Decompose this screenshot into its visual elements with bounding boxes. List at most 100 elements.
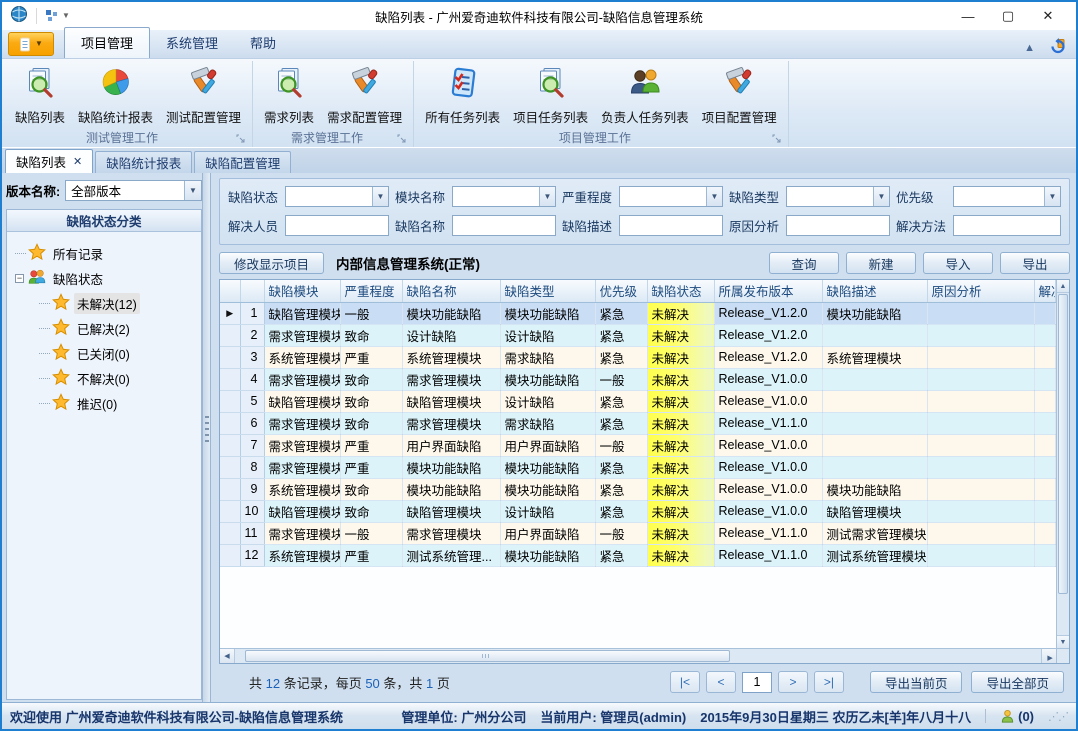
dialog-launcher-icon[interactable]: [772, 133, 782, 143]
table-cell[interactable]: 用户界面缺陷: [500, 522, 595, 544]
prev-page-button[interactable]: <: [706, 671, 736, 693]
table-cell[interactable]: [1034, 456, 1056, 478]
table-cell[interactable]: 系统管理模块: [402, 346, 500, 368]
column-header[interactable]: 缺陷模块: [264, 280, 340, 302]
row-number-cell[interactable]: 10: [240, 500, 264, 522]
table-cell[interactable]: 紧急: [595, 500, 647, 522]
table-cell[interactable]: 设计缺陷: [500, 390, 595, 412]
table-cell[interactable]: [1034, 324, 1056, 346]
table-cell[interactable]: Release_V1.2.0: [714, 346, 822, 368]
column-header[interactable]: 缺陷名称: [402, 280, 500, 302]
table-cell[interactable]: Release_V1.0.0: [714, 390, 822, 412]
table-cell[interactable]: 模块功能缺陷: [500, 478, 595, 500]
toolbar-action-button-2[interactable]: 新建: [846, 252, 916, 274]
table-cell[interactable]: 测试系统管理模块...: [822, 544, 927, 566]
table-cell[interactable]: 一般: [595, 522, 647, 544]
table-cell[interactable]: [927, 302, 1034, 324]
row-number-cell[interactable]: 12: [240, 544, 264, 566]
table-cell[interactable]: 需求管理模块: [402, 412, 500, 434]
table-cell[interactable]: 紧急: [595, 302, 647, 324]
table-cell[interactable]: 严重: [340, 346, 402, 368]
table-cell[interactable]: [927, 412, 1034, 434]
column-header[interactable]: 解决方法: [1034, 280, 1056, 302]
tree-item[interactable]: 不解决(0): [13, 366, 199, 391]
tree-item[interactable]: 推迟(0): [13, 391, 199, 416]
row-number-cell[interactable]: 11: [240, 522, 264, 544]
chevron-down-icon[interactable]: ▼: [184, 181, 201, 200]
table-cell[interactable]: [822, 324, 927, 346]
table-cell[interactable]: [927, 346, 1034, 368]
splitter[interactable]: [202, 173, 211, 702]
scroll-down-icon[interactable]: ▼: [1057, 635, 1069, 648]
ribbon-button[interactable]: 项目配置管理: [697, 63, 782, 128]
table-row[interactable]: 6需求管理模块致命需求管理模块需求缺陷紧急未解决Release_V1.1.0: [220, 412, 1056, 434]
table-cell[interactable]: [1034, 544, 1056, 566]
table-cell[interactable]: 模块功能缺陷: [402, 478, 500, 500]
column-header[interactable]: 缺陷状态: [647, 280, 714, 302]
filter-combo[interactable]: ▼: [619, 186, 723, 207]
chevron-down-icon[interactable]: ▼: [873, 187, 889, 206]
ribbon-tab-2[interactable]: 系统管理: [150, 28, 234, 58]
filter-input[interactable]: [786, 215, 890, 236]
table-cell[interactable]: 紧急: [595, 544, 647, 566]
dialog-launcher-icon[interactable]: [236, 133, 246, 143]
table-cell[interactable]: 紧急: [595, 456, 647, 478]
column-header[interactable]: 原因分析: [927, 280, 1034, 302]
row-indicator-cell[interactable]: [220, 434, 240, 456]
table-cell[interactable]: 缺陷管理模块: [264, 302, 340, 324]
ribbon-tab-3[interactable]: 帮助: [234, 28, 292, 58]
minimize-button[interactable]: —: [948, 4, 988, 28]
scroll-up-icon[interactable]: ▲: [1057, 280, 1069, 293]
toolbar-action-button-4[interactable]: 导出: [1000, 252, 1070, 274]
table-cell[interactable]: 致命: [340, 390, 402, 412]
table-cell[interactable]: 设计缺陷: [500, 500, 595, 522]
row-number-cell[interactable]: 6: [240, 412, 264, 434]
toolbar-action-button-1[interactable]: 查询: [769, 252, 839, 274]
row-indicator-cell[interactable]: [220, 324, 240, 346]
toolbar-action-button-3[interactable]: 导入: [923, 252, 993, 274]
column-header[interactable]: 缺陷描述: [822, 280, 927, 302]
table-cell[interactable]: [822, 368, 927, 390]
ribbon-button[interactable]: 项目任务列表: [508, 63, 593, 128]
table-cell[interactable]: 一般: [340, 522, 402, 544]
table-cell[interactable]: 系统管理模块: [264, 544, 340, 566]
table-row[interactable]: 7需求管理模块严重用户界面缺陷用户界面缺陷一般未解决Release_V1.0.0: [220, 434, 1056, 456]
table-cell[interactable]: 缺陷管理模块: [264, 500, 340, 522]
table-cell[interactable]: 需求管理模块: [264, 522, 340, 544]
table-cell[interactable]: 紧急: [595, 478, 647, 500]
row-number-cell[interactable]: 2: [240, 324, 264, 346]
column-header[interactable]: 优先级: [595, 280, 647, 302]
table-cell[interactable]: [1034, 434, 1056, 456]
table-cell[interactable]: 致命: [340, 478, 402, 500]
filter-combo[interactable]: ▼: [452, 186, 556, 207]
table-row[interactable]: 3系统管理模块严重系统管理模块需求缺陷紧急未解决Release_V1.2.0系统…: [220, 346, 1056, 368]
horizontal-scrollbar[interactable]: ◀ ▶: [220, 648, 1056, 663]
table-cell[interactable]: 紧急: [595, 412, 647, 434]
table-cell[interactable]: [1034, 500, 1056, 522]
table-cell[interactable]: 需求管理模块: [264, 368, 340, 390]
table-cell[interactable]: [1034, 302, 1056, 324]
table-cell[interactable]: 缺陷管理模块: [822, 500, 927, 522]
table-cell[interactable]: 未解决: [647, 324, 714, 346]
table-cell[interactable]: [927, 390, 1034, 412]
table-cell[interactable]: 用户界面缺陷: [402, 434, 500, 456]
table-row[interactable]: 4需求管理模块致命需求管理模块模块功能缺陷一般未解决Release_V1.0.0: [220, 368, 1056, 390]
table-cell[interactable]: Release_V1.1.0: [714, 522, 822, 544]
app-menu-button[interactable]: ▼: [8, 32, 54, 56]
table-cell[interactable]: 模块功能缺陷: [402, 302, 500, 324]
chevron-down-icon[interactable]: ▼: [1044, 187, 1060, 206]
table-cell[interactable]: 严重: [340, 434, 402, 456]
doc-tab-3[interactable]: 缺陷配置管理: [194, 151, 291, 173]
table-cell[interactable]: [1034, 390, 1056, 412]
chevron-down-icon[interactable]: ▼: [539, 187, 555, 206]
table-cell[interactable]: [1034, 522, 1056, 544]
table-cell[interactable]: 需求管理模块: [264, 456, 340, 478]
tree-item[interactable]: 所有记录: [13, 241, 199, 266]
maximize-button[interactable]: ▢: [988, 4, 1028, 28]
export-current-page-button[interactable]: 导出当前页: [870, 671, 963, 693]
table-cell[interactable]: 未解决: [647, 478, 714, 500]
filter-combo[interactable]: ▼: [285, 186, 389, 207]
table-cell[interactable]: 一般: [340, 302, 402, 324]
filter-input[interactable]: [953, 215, 1061, 236]
vertical-scrollbar[interactable]: ▲ ▼: [1056, 280, 1069, 648]
